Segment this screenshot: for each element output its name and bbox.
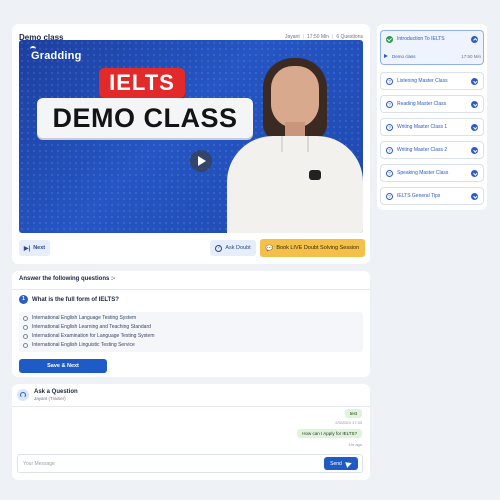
send-button[interactable]: Send bbox=[324, 457, 358, 470]
chat-icon: 💬 bbox=[265, 245, 274, 252]
lesson-item-label: Speaking Master Class bbox=[397, 170, 449, 176]
book-live-session-label: Book LIVE Doubt Solving Session bbox=[276, 245, 360, 251]
lesson-list: Introduction To IELTS Demo class 17:50 M… bbox=[377, 24, 487, 210]
help-circle-icon: ? bbox=[386, 123, 393, 131]
lesson-item-label: Listening Master Class bbox=[397, 78, 448, 84]
answer-option[interactable]: International English Linguistic Testing… bbox=[23, 342, 135, 348]
chat-message-time: 2/5/2024 17:33 bbox=[335, 420, 362, 425]
help-icon: ? bbox=[215, 244, 223, 252]
divider bbox=[12, 289, 370, 290]
answer-option-label: International Examination for Language T… bbox=[32, 333, 155, 339]
lesson-item-reading[interactable]: ? Reading Master Class bbox=[380, 95, 484, 113]
lesson-item-listening[interactable]: ? Listening Master Class bbox=[380, 72, 484, 90]
question-number-badge: 1 bbox=[19, 295, 28, 304]
lesson-item-label: Reading Master Class bbox=[397, 101, 447, 107]
chevron-down-icon[interactable] bbox=[471, 192, 478, 200]
lesson-item-general-tips[interactable]: ? IELTS General Tips bbox=[380, 187, 484, 205]
chat-message: How can I Apply for IELTS? bbox=[297, 429, 362, 438]
quiz-card: Answer the following questions :- 1 What… bbox=[12, 271, 370, 377]
support-agent-icon bbox=[17, 389, 29, 401]
send-label: Send bbox=[330, 460, 342, 467]
sub-lesson-label: Demo class bbox=[392, 53, 416, 59]
answer-option-label: International English Language Testing S… bbox=[32, 315, 137, 321]
presenter-image bbox=[215, 40, 363, 233]
message-input-bar: Send bbox=[17, 454, 363, 473]
video-headline-top: IELTS bbox=[99, 68, 185, 98]
completed-check-icon bbox=[386, 36, 393, 43]
play-icon[interactable] bbox=[190, 150, 212, 172]
brand-logo: Gradding bbox=[31, 50, 82, 62]
chevron-down-icon[interactable] bbox=[471, 123, 478, 131]
chevron-up-icon[interactable] bbox=[471, 36, 478, 43]
chat-message: test bbox=[344, 409, 362, 418]
ask-question-panel: Ask a Question Jayant (Trainer) test 2/5… bbox=[12, 384, 370, 480]
help-circle-icon: ? bbox=[386, 169, 393, 177]
radio-button[interactable] bbox=[23, 333, 28, 339]
answer-option-label: International English Learning and Teach… bbox=[32, 324, 151, 330]
answer-option[interactable]: International English Learning and Teach… bbox=[23, 324, 151, 330]
lesson-item-label: Writing Master Class 2 bbox=[397, 147, 448, 153]
chat-header: Ask a Question Jayant (Trainer) bbox=[17, 389, 78, 401]
skip-next-icon: ▶| bbox=[23, 245, 31, 252]
lesson-item-writing-2[interactable]: ? Writing Master Class 2 bbox=[380, 141, 484, 159]
question-row: 1 What is the full form of IELTS? bbox=[19, 295, 119, 304]
next-button[interactable]: ▶| Next bbox=[19, 240, 50, 256]
chevron-down-icon[interactable] bbox=[471, 100, 478, 108]
sub-lesson-demo-class[interactable]: Demo class 17:50 Min bbox=[384, 51, 481, 61]
book-live-session-button[interactable]: 💬 Book LIVE Doubt Solving Session bbox=[260, 239, 365, 257]
message-input[interactable] bbox=[23, 458, 323, 470]
play-icon bbox=[384, 54, 388, 58]
chevron-down-icon[interactable] bbox=[471, 169, 478, 177]
radio-button[interactable] bbox=[23, 342, 28, 348]
sub-lesson-duration: 17:50 Min bbox=[461, 53, 481, 59]
help-circle-icon: ? bbox=[386, 77, 393, 85]
divider bbox=[12, 406, 370, 407]
answer-options: International English Language Testing S… bbox=[19, 312, 363, 352]
answer-option[interactable]: International English Language Testing S… bbox=[23, 315, 136, 321]
ask-doubt-label: Ask Doubt bbox=[225, 245, 251, 251]
question-text: What is the full form of IELTS? bbox=[32, 296, 119, 303]
help-circle-icon: ? bbox=[386, 192, 393, 200]
save-next-button[interactable]: Save & Next bbox=[19, 359, 107, 373]
radio-button[interactable] bbox=[23, 315, 28, 321]
lesson-item-label: Introduction To IELTS bbox=[397, 36, 445, 42]
help-circle-icon: ? bbox=[386, 100, 393, 108]
chat-subtitle: Jayant (Trainer) bbox=[34, 396, 66, 401]
radio-button[interactable] bbox=[23, 324, 28, 330]
video-card: Demo class Jayant | 17:50 Min | 6 Questi… bbox=[12, 24, 370, 264]
lapel-mic bbox=[309, 170, 321, 180]
video-actions: ▶| Next ? Ask Doubt 💬 Book LIVE Doubt So… bbox=[19, 239, 365, 257]
lesson-item-label: IELTS General Tips bbox=[397, 193, 441, 199]
chevron-down-icon[interactable] bbox=[471, 146, 478, 154]
quiz-heading: Answer the following questions :- bbox=[19, 276, 115, 282]
chat-title: Ask a Question bbox=[34, 389, 78, 395]
next-label: Next bbox=[33, 245, 46, 251]
lesson-item-introduction[interactable]: Introduction To IELTS Demo class 17:50 M… bbox=[380, 30, 484, 65]
chevron-down-icon[interactable] bbox=[471, 77, 478, 85]
lesson-item-speaking[interactable]: ? Speaking Master Class bbox=[380, 164, 484, 182]
ask-doubt-button[interactable]: ? Ask Doubt bbox=[210, 240, 256, 256]
answer-option-label: International English Linguistic Testing… bbox=[32, 342, 135, 348]
answer-option[interactable]: International Examination for Language T… bbox=[23, 333, 154, 339]
video-player[interactable]: Gradding IELTS DEMO CLASS bbox=[19, 40, 363, 233]
lesson-item-writing-1[interactable]: ? Writing Master Class 1 bbox=[380, 118, 484, 136]
chat-message-time: 1hr ago bbox=[348, 442, 362, 447]
lesson-item-label: Writing Master Class 1 bbox=[397, 124, 448, 130]
help-circle-icon: ? bbox=[386, 146, 393, 154]
send-icon bbox=[344, 459, 353, 468]
